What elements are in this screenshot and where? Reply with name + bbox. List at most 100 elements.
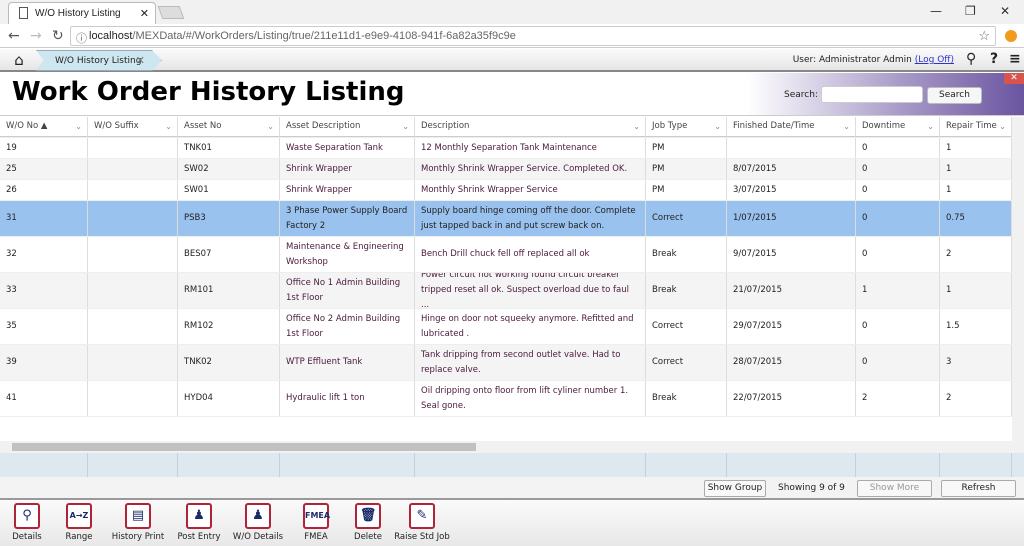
star-icon[interactable]: ☆ bbox=[978, 28, 990, 44]
table-row[interactable]: 19 TNK01 Waste Separation Tank 12 Monthly S… bbox=[0, 138, 1012, 159]
cell-repair: 1 bbox=[940, 180, 1012, 200]
cell-asset: SW02 bbox=[178, 159, 280, 179]
search-input[interactable] bbox=[821, 86, 923, 103]
cell-finished: 9/07/2015 bbox=[727, 237, 856, 272]
person-icon: ♟ bbox=[186, 503, 212, 529]
cell-repair: 1 bbox=[940, 159, 1012, 179]
cell-asset: TNK01 bbox=[178, 138, 280, 158]
column-header[interactable]: Asset Description ⌄ bbox=[280, 117, 415, 137]
search-label: Search: bbox=[784, 90, 818, 100]
cell-desc: Monthly Shrink Wrapper Service bbox=[415, 180, 646, 200]
column-header[interactable]: Description ⌄ bbox=[415, 117, 646, 137]
tool-label: Range bbox=[65, 532, 93, 542]
cell-desc: 12 Monthly Separation Tank Maintenance bbox=[415, 138, 646, 158]
refresh-button[interactable]: Refresh bbox=[941, 480, 1016, 497]
cell-wo: 32 bbox=[0, 237, 88, 272]
menu-icon[interactable]: ≡ bbox=[1009, 51, 1021, 67]
column-header[interactable]: Asset No ⌄ bbox=[178, 117, 280, 137]
vertical-scrollbar[interactable] bbox=[1012, 117, 1024, 453]
cell-repair: 3 bbox=[940, 345, 1012, 380]
cell-asset: BES07 bbox=[178, 237, 280, 272]
column-header[interactable]: Finished Date/Time ⌄ bbox=[727, 117, 856, 137]
forward-icon[interactable]: → bbox=[30, 28, 42, 44]
close-window-icon[interactable]: ✕ bbox=[1000, 4, 1010, 18]
tool-label: History Print bbox=[111, 532, 165, 542]
chevron-down-icon[interactable]: ⌄ bbox=[843, 119, 850, 134]
chevron-down-icon[interactable]: ⌄ bbox=[267, 119, 274, 134]
breadcrumb-tab[interactable]: W/O History Listing ✕ bbox=[36, 50, 162, 71]
cell-asset: HYD04 bbox=[178, 381, 280, 416]
show-more-button[interactable]: Show More bbox=[857, 480, 932, 497]
column-header-label: Description bbox=[421, 121, 470, 131]
footer-cell bbox=[727, 453, 856, 477]
table-row[interactable]: 33 RM101 Office No 1 Admin Building 1st Fl… bbox=[0, 273, 1012, 309]
footer-cell bbox=[280, 453, 415, 477]
tool-label: Post Entry bbox=[177, 532, 221, 542]
table-row[interactable]: 26 SW01 Shrink Wrapper Monthly Shrink Wrapp… bbox=[0, 180, 1012, 201]
cell-finished: 28/07/2015 bbox=[727, 345, 856, 380]
chevron-down-icon[interactable]: ⌄ bbox=[927, 119, 934, 134]
column-header[interactable]: W/O No ▲ ⌄ bbox=[0, 117, 88, 137]
close-tab-icon[interactable]: ✕ bbox=[140, 7, 149, 20]
help-icon[interactable]: ? bbox=[990, 51, 998, 67]
cell-suffix bbox=[88, 201, 178, 236]
column-header-label: Downtime bbox=[862, 121, 906, 131]
horizontal-scrollbar[interactable] bbox=[0, 441, 1012, 453]
restore-icon[interactable]: ❐ bbox=[965, 4, 976, 18]
cell-desc: Supply board hinge coming off the door. … bbox=[415, 201, 646, 236]
grid-button-bar: Show Group Showing 9 of 9 Show More Refr… bbox=[0, 477, 1024, 500]
raise-std-job-button[interactable]: ✎ Raise Std Job bbox=[387, 503, 457, 542]
cell-downtime: 0 bbox=[856, 201, 940, 236]
new-tab-button[interactable] bbox=[157, 6, 185, 19]
minimize-icon[interactable]: — bbox=[930, 4, 942, 18]
cell-desc: Oil dripping onto floor from lift cyline… bbox=[415, 381, 646, 416]
table-row[interactable]: 39 TNK02 WTP Effluent Tank Tank dripping fr… bbox=[0, 345, 1012, 381]
scroll-thumb[interactable] bbox=[12, 443, 476, 451]
action-toolbar: ⚲ Details A→Z Range ▤ History Print ♟ Post Entr… bbox=[0, 500, 1024, 546]
page-title: Work Order History Listing bbox=[12, 77, 405, 107]
table-row[interactable]: 41 HYD04 Hydraulic lift 1 ton Oil dripping … bbox=[0, 381, 1012, 417]
show-group-button[interactable]: Show Group bbox=[704, 480, 766, 497]
chevron-down-icon[interactable]: ⌄ bbox=[714, 119, 721, 134]
cell-downtime: 0 bbox=[856, 309, 940, 344]
cell-asset-desc: Office No 2 Admin Building 1st Floor bbox=[280, 309, 415, 344]
reload-icon[interactable]: ↻ bbox=[52, 28, 64, 44]
chevron-down-icon[interactable]: ⌄ bbox=[75, 119, 82, 134]
chevron-down-icon[interactable]: ⌄ bbox=[402, 119, 409, 134]
search-button[interactable]: Search bbox=[927, 87, 982, 104]
column-header[interactable]: Downtime ⌄ bbox=[856, 117, 940, 137]
chevron-down-icon[interactable]: ⌄ bbox=[633, 119, 640, 134]
cell-asset-desc: WTP Effluent Tank bbox=[280, 345, 415, 380]
table-row[interactable]: 31 PSB3 3 Phase Power Supply Board Factory… bbox=[0, 201, 1012, 237]
logoff-link[interactable]: (Log Off) bbox=[915, 55, 954, 65]
cell-finished bbox=[727, 138, 856, 158]
table-row[interactable]: 35 RM102 Office No 2 Admin Building 1st Fl… bbox=[0, 309, 1012, 345]
cell-repair: 2 bbox=[940, 237, 1012, 272]
cell-job: Correct bbox=[646, 201, 727, 236]
history-print-button[interactable]: ▤ History Print bbox=[103, 503, 173, 542]
cell-job: Break bbox=[646, 237, 727, 272]
close-panel-icon[interactable]: ✕ bbox=[1004, 73, 1024, 84]
table-row[interactable]: 25 SW02 Shrink Wrapper Monthly Shrink Wrapp… bbox=[0, 159, 1012, 180]
chevron-down-icon[interactable]: ⌄ bbox=[999, 119, 1006, 134]
search-icon[interactable]: ⚲ bbox=[966, 51, 976, 67]
column-header[interactable]: Repair Time ⌄ bbox=[940, 117, 1012, 137]
url-input[interactable]: ⓘ localhost/MEXData/#/WorkOrders/Listing/… bbox=[70, 26, 996, 46]
cell-suffix bbox=[88, 159, 178, 179]
app-header: ⌂ W/O History Listing ✕ User: Administrat… bbox=[0, 49, 1024, 72]
back-icon[interactable]: ← bbox=[8, 28, 20, 44]
tool-label: W/O Details bbox=[232, 532, 284, 542]
chevron-down-icon[interactable]: ⌄ bbox=[165, 119, 172, 134]
home-icon[interactable]: ⌂ bbox=[4, 51, 34, 70]
close-breadcrumb-icon[interactable]: ✕ bbox=[136, 54, 145, 67]
info-icon: ⓘ bbox=[76, 33, 87, 45]
column-header[interactable]: Job Type ⌄ bbox=[646, 117, 727, 137]
browser-tab[interactable]: W/O History Listing ✕ bbox=[8, 2, 156, 24]
table-row[interactable]: 32 BES07 Maintenance & Engineering Worksho… bbox=[0, 237, 1012, 273]
column-header[interactable]: W/O Suffix ⌄ bbox=[88, 117, 178, 137]
cell-wo: 26 bbox=[0, 180, 88, 200]
extension-icon[interactable] bbox=[1005, 30, 1017, 42]
cell-asset: RM102 bbox=[178, 309, 280, 344]
cell-downtime: 0 bbox=[856, 180, 940, 200]
footer-cell bbox=[646, 453, 727, 477]
